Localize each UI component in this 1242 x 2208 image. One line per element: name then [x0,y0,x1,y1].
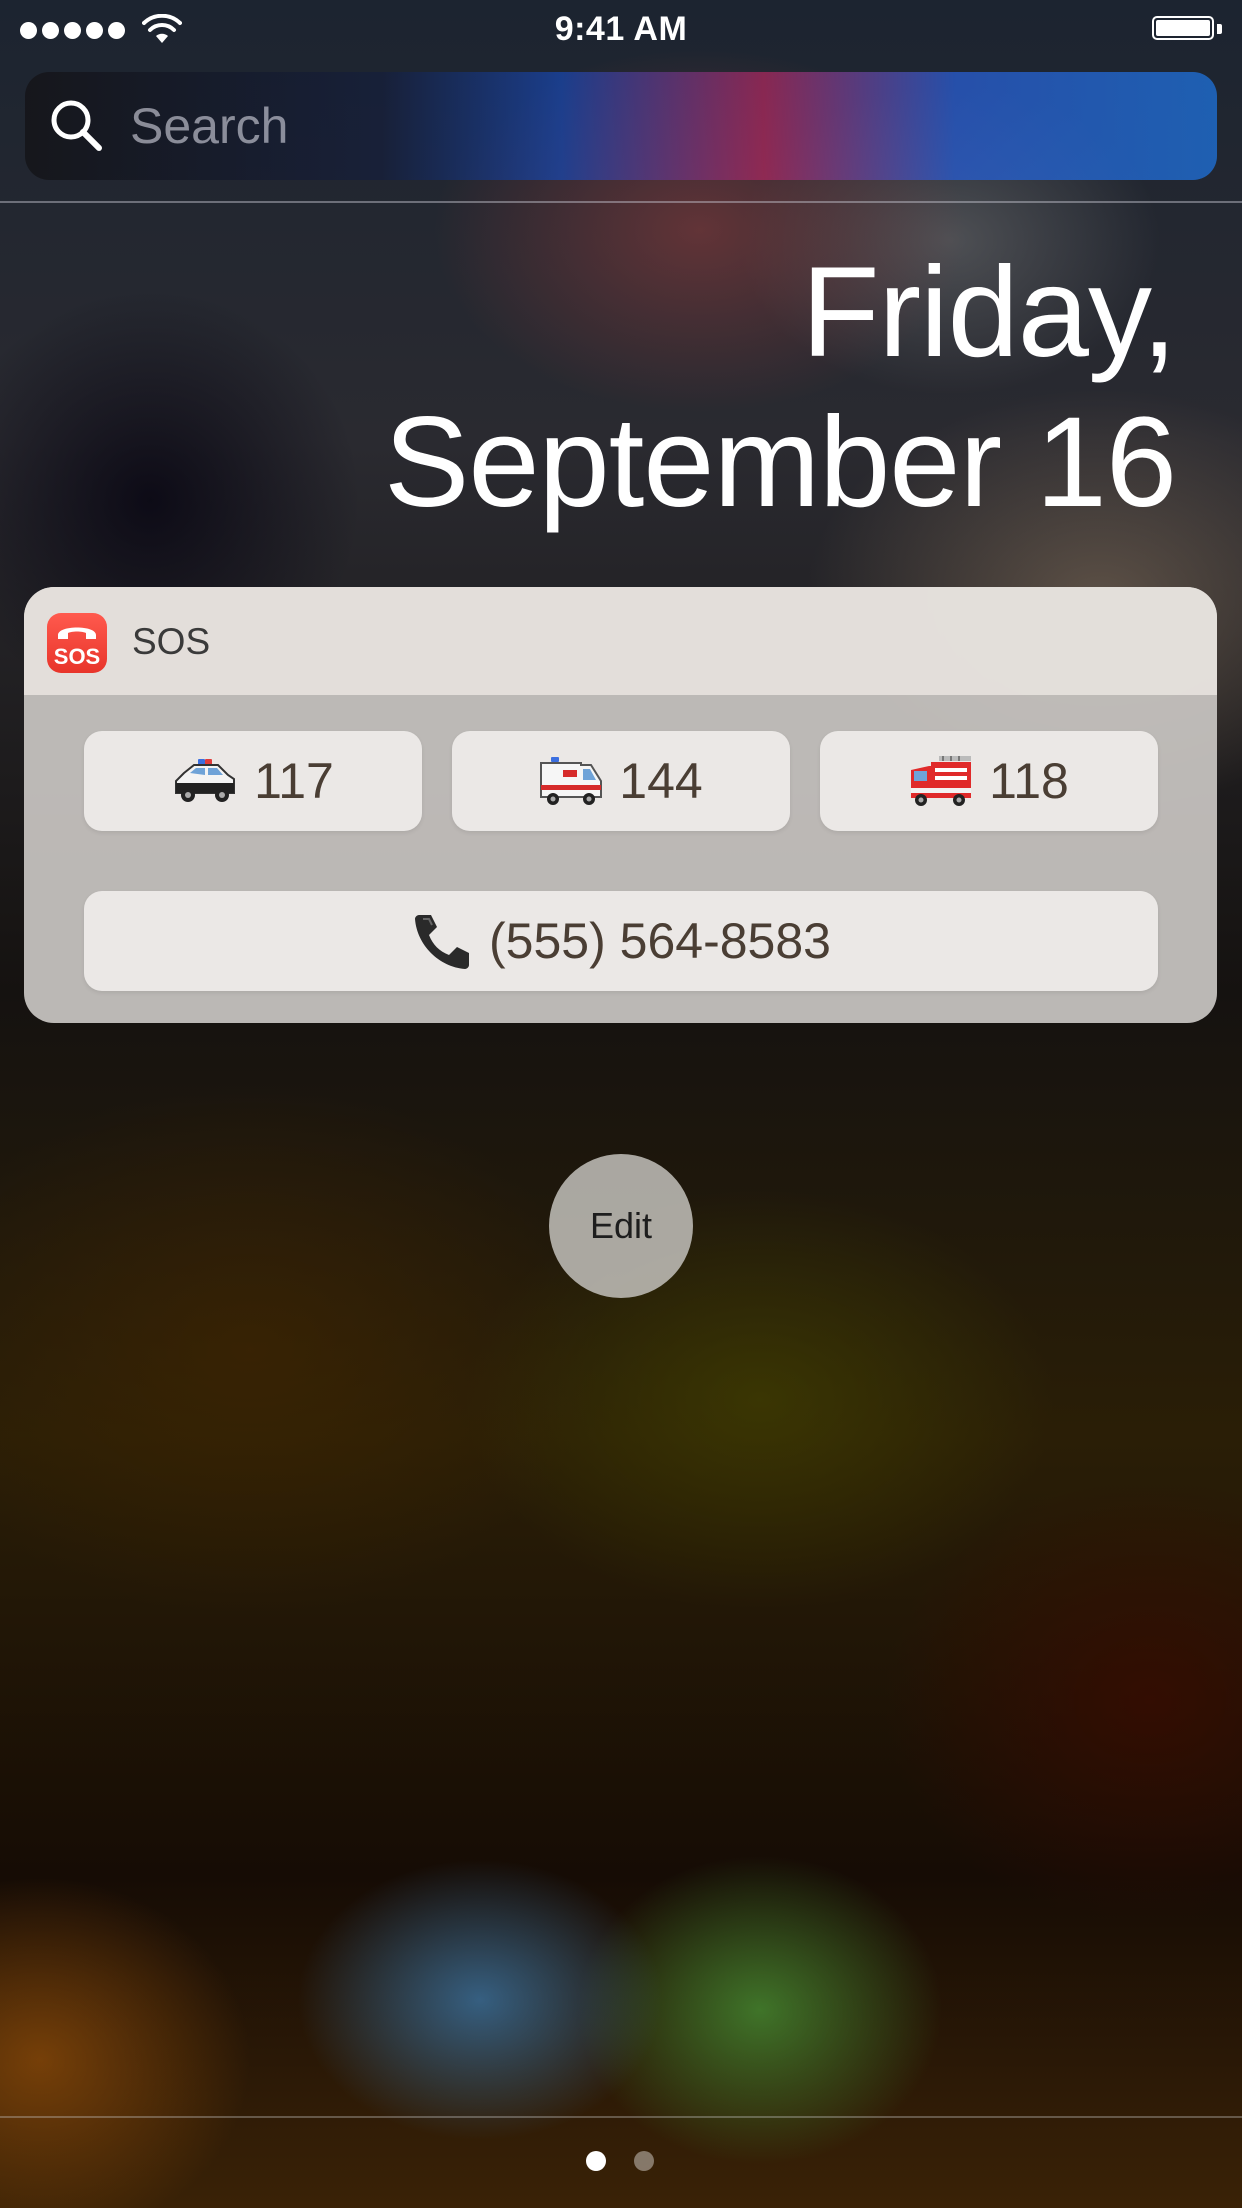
police-car-icon [175,759,236,802]
telephone-receiver-icon [415,915,470,969]
date-heading: Friday, September 16 [383,238,1177,538]
app-icon-text: SOS [53,644,101,669]
call-118-button[interactable]: 118 [820,731,1158,831]
sos-phone-icon: SOS [47,613,107,673]
widget-title: SOS [132,621,211,662]
page-indicator[interactable] [586,2151,654,2171]
call-117-button[interactable]: 117 [84,731,422,831]
fire-engine-icon [911,756,972,806]
call-contact-label: (555) 564-8583 [489,913,831,969]
divider [0,201,1242,203]
call-117-label: 117 [254,753,334,809]
search-input[interactable] [130,98,1170,154]
battery-icon [1152,16,1222,44]
ambulance-icon [540,757,603,805]
call-118-label: 118 [989,753,1069,809]
search-icon [51,100,102,151]
call-contact-button[interactable]: (555) 564-8583 [84,891,1158,991]
edit-button[interactable]: Edit [549,1154,693,1298]
date-month-day: September 16 [383,391,1177,534]
sos-widget: SOS SOS 117 144 118 (555) 564-8583 [24,587,1217,1023]
search-bar[interactable] [25,72,1217,180]
divider [0,2116,1242,2118]
status-bar: 9:41 AM [0,0,1242,60]
page-dot [634,2151,654,2171]
status-time: 9:41 AM [554,10,688,48]
call-144-button[interactable]: 144 [452,731,790,831]
widget-header[interactable]: SOS SOS [24,587,1217,695]
page-dot-active [586,2151,606,2171]
date-weekday: Friday, [801,241,1177,384]
call-144-label: 144 [619,753,703,809]
